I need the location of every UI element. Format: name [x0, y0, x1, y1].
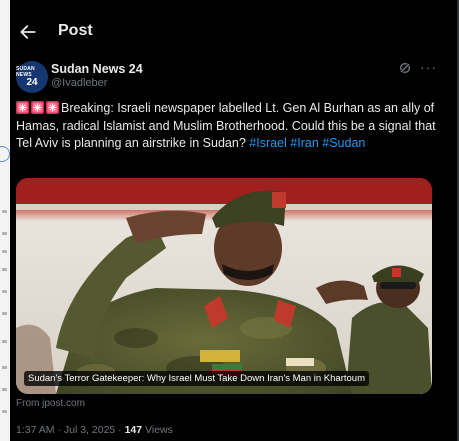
background-page-mark: [2, 268, 7, 271]
background-page-mark: [2, 366, 7, 369]
post-text: Breaking: Israeli newspaper labelled Lt.…: [16, 100, 442, 153]
post-date[interactable]: Jul 3, 2025: [64, 424, 115, 436]
soldier-saluting-photo: [16, 178, 432, 394]
police-light-icon: [46, 101, 59, 114]
author-display-name[interactable]: Sudan News 24: [51, 62, 143, 76]
post-metadata: 1:37 AM · Jul 3, 2025 · 147 Views: [16, 424, 173, 436]
arrow-left-icon[interactable]: [18, 22, 38, 42]
hashtag-link[interactable]: #Iran: [290, 136, 319, 150]
background-page-mark: [2, 290, 7, 293]
background-page-mark: [2, 250, 7, 253]
hashtag-link[interactable]: #Sudan: [322, 136, 365, 150]
post-body-text: Breaking: Israeli newspaper labelled Lt.…: [16, 101, 436, 150]
background-page-mark: [2, 388, 7, 391]
background-page-mark: [2, 232, 7, 235]
more-icon[interactable]: ···: [420, 59, 437, 75]
background-page-circle: [0, 146, 10, 162]
post-time[interactable]: 1:37 AM: [16, 424, 55, 436]
link-card-image[interactable]: Sudan's Terror Gatekeeper: Why Israel Mu…: [16, 178, 432, 394]
background-page-mark: [2, 312, 7, 315]
hashtag-link[interactable]: #Israel: [249, 136, 287, 150]
background-page-mark: [2, 210, 7, 213]
page-title: Post: [58, 22, 93, 39]
police-light-icon: [31, 101, 44, 114]
background-page-strip: [0, 0, 10, 441]
police-light-icon: [16, 101, 29, 114]
background-page-mark: [2, 340, 7, 343]
grok-icon[interactable]: [398, 61, 412, 75]
meta-separator: ·: [118, 424, 122, 436]
avatar-text-bottom: 24: [26, 77, 38, 88]
avatar[interactable]: SUDAN NEWS 24: [16, 61, 48, 93]
link-source[interactable]: From jpost.com: [16, 398, 85, 409]
views-label: Views: [145, 424, 173, 436]
top-bar: Post: [10, 0, 457, 60]
meta-separator: ·: [57, 424, 61, 436]
background-page-mark: [2, 410, 7, 413]
post-panel: Post SUDAN NEWS 24 Sudan News 24 @Ivadle…: [10, 0, 457, 441]
views-count: 147: [124, 424, 143, 436]
author-handle[interactable]: @Ivadleber: [51, 77, 107, 89]
link-card-caption: Sudan's Terror Gatekeeper: Why Israel Mu…: [24, 371, 369, 386]
